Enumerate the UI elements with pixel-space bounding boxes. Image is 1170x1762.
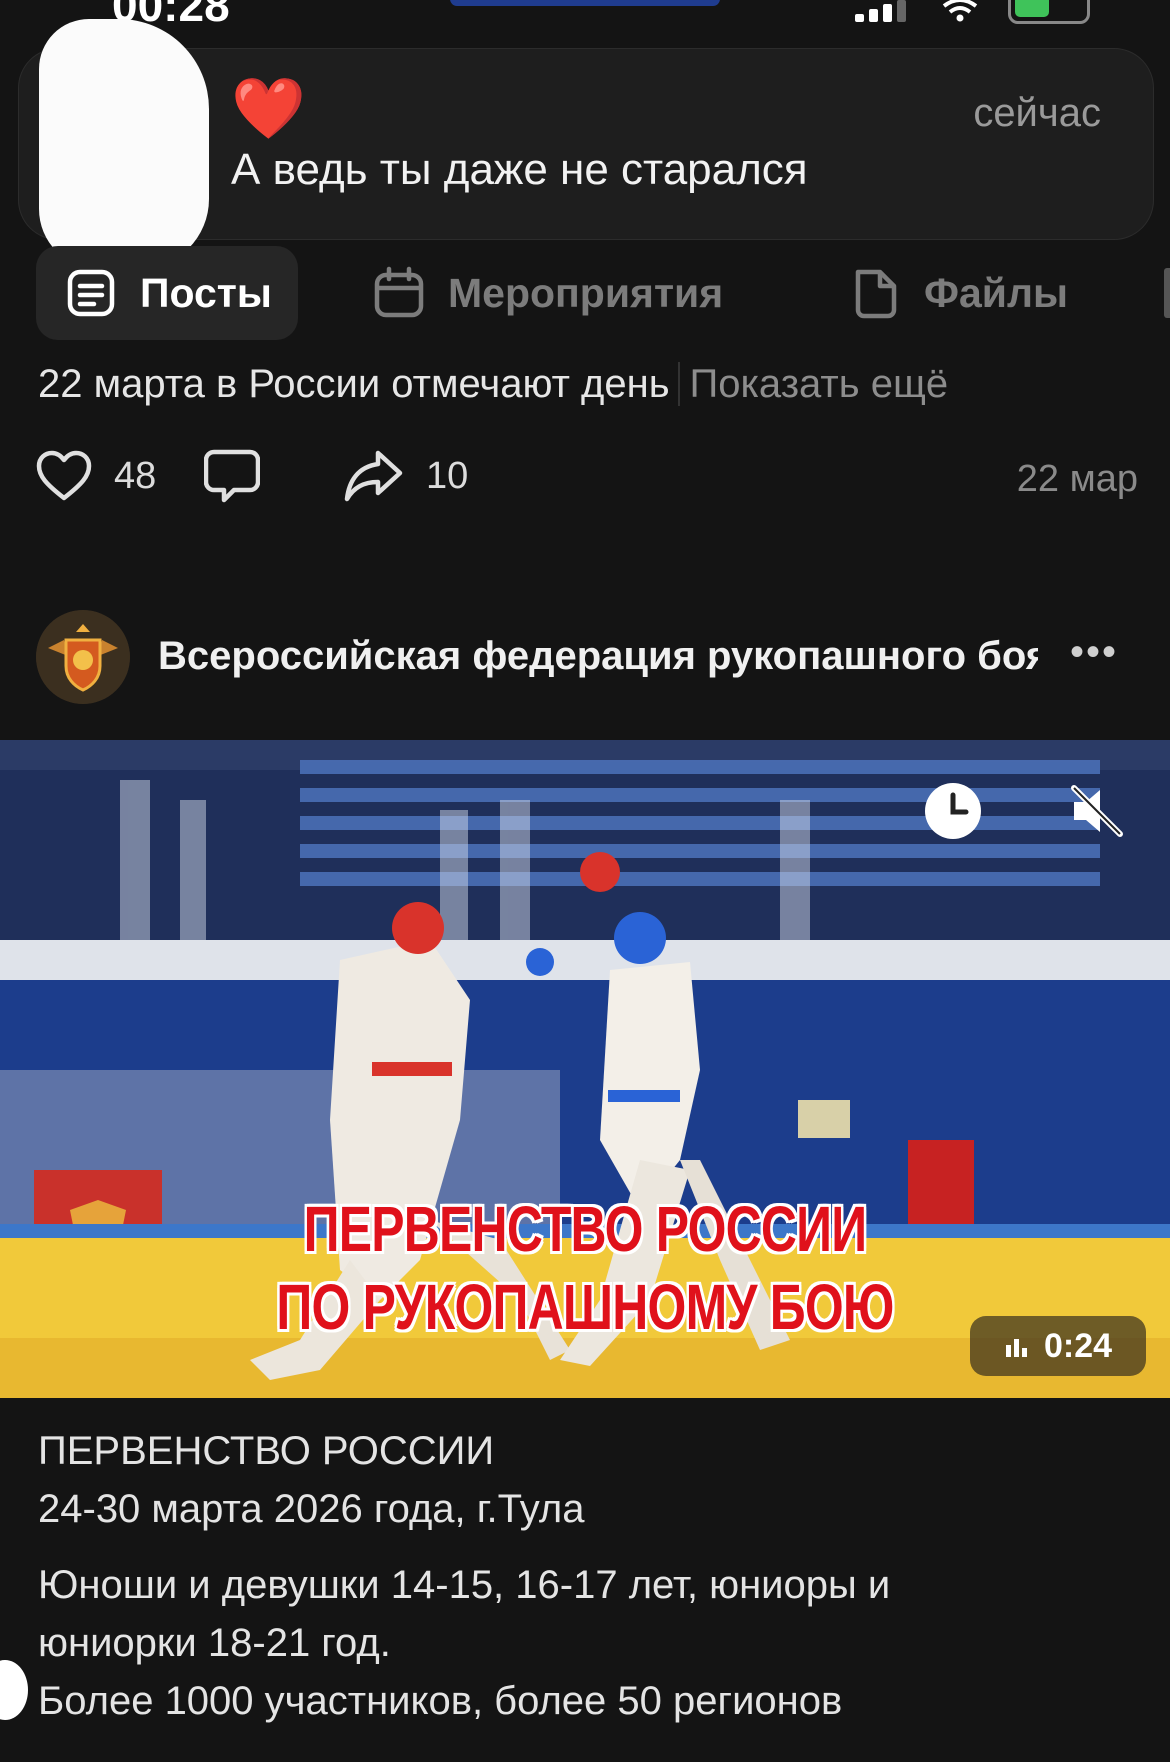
section-tabs: Посты Мероприятия Файлы (36, 246, 1170, 342)
video-player[interactable]: ПЕРВЕНСТВО РОССИИ ПО РУКОПАШНОМУ БОЮ 0:2… (0, 740, 1170, 1398)
comment-icon (204, 449, 260, 503)
heart-emoji: ❤️ (231, 75, 306, 142)
like-count: 48 (114, 454, 157, 497)
share-icon (344, 450, 403, 502)
post-author: Всероссийская федерация рукопашного боя … (36, 610, 1136, 706)
battery-icon (1008, 0, 1090, 24)
heart-icon (36, 450, 92, 501)
tab-files[interactable]: Файлы (848, 246, 1068, 340)
share-button[interactable]: 10 (344, 446, 468, 506)
muted-speaker-icon[interactable] (1066, 780, 1128, 842)
post-body: ПЕРВЕНСТВО РОССИИ 24-30 марта 2026 года,… (38, 1422, 1138, 1730)
post-line: Юноши и девушки 14-15, 16-17 лет, юниоры… (38, 1563, 891, 1607)
previous-post-snippet: 22 марта в России отмечают день (38, 362, 670, 406)
watch-later-icon[interactable] (922, 780, 984, 842)
notification-message: А ведь ты даже не старался (231, 145, 808, 194)
audio-bars-icon (1005, 1339, 1027, 1357)
federation-emblem-icon (36, 610, 130, 704)
previous-post-text: 22 марта в России отмечают день Показать … (38, 362, 949, 407)
tab-posts-label: Посты (140, 269, 272, 316)
cellular-signal-icon (855, 0, 915, 22)
post-line: 24-30 марта 2026 года, г.Тула (38, 1487, 585, 1531)
comment-button[interactable] (204, 446, 282, 506)
video-duration: 0:24 (1043, 1326, 1113, 1365)
post-actions: 48 10 22 мар (36, 446, 1138, 510)
post-line: Более 1000 участников, более 50 регионов (38, 1679, 843, 1723)
video-caption-line2: ПО РУКОПАШНОМУ БОЮ (276, 1271, 894, 1343)
post-line: ПЕРВЕНСТВО РОССИИ (38, 1429, 495, 1473)
status-bar: 00:28 (0, 0, 1170, 31)
video-duration-badge: 0:24 (970, 1316, 1146, 1376)
tab-posts[interactable]: Посты (36, 246, 298, 340)
tab-files-label: Файлы (924, 269, 1069, 316)
show-more-link[interactable]: Показать ещё (677, 362, 949, 406)
notification-banner[interactable]: ❤️ А ведь ты даже не старался сейчас (18, 19, 1154, 269)
posts-icon (67, 269, 115, 317)
notification-time: сейчас (973, 91, 1101, 135)
share-count: 10 (426, 454, 469, 497)
video-caption-line1: ПЕРВЕНСТВО РОССИИ (303, 1193, 868, 1265)
redaction-mark (0, 1660, 28, 1720)
post-line: юниорки 18-21 год. (38, 1621, 391, 1665)
like-button[interactable]: 48 (36, 446, 156, 506)
more-options-icon[interactable]: ••• (1070, 630, 1118, 675)
post-date: 22 мар (1016, 458, 1138, 500)
wifi-icon (940, 0, 980, 29)
community-avatar[interactable] (36, 610, 130, 704)
redacted-avatar (39, 19, 209, 269)
author-name[interactable]: Всероссийская федерация рукопашного боя (158, 634, 1038, 679)
file-icon (855, 269, 897, 319)
tab-events-label: Мероприятия (448, 269, 724, 316)
tab-events[interactable]: Мероприятия (372, 246, 723, 340)
tabs-scroll-edge (1164, 268, 1170, 318)
calendar-icon (374, 266, 424, 318)
dynamic-island (450, 0, 720, 6)
